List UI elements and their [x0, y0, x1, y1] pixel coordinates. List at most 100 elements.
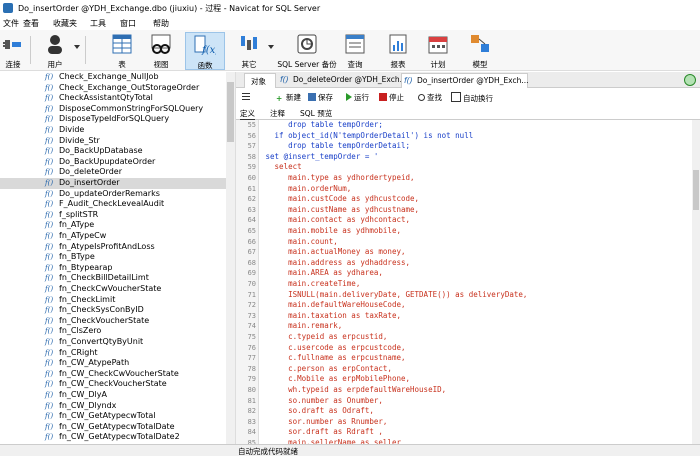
- code-text: main.createTime,: [261, 279, 361, 288]
- new-button[interactable]: + 新建: [276, 92, 301, 103]
- editor-scrollbar-thumb[interactable]: [693, 170, 699, 210]
- menu-tools[interactable]: 工具: [90, 18, 106, 29]
- tree-scrollbar[interactable]: [226, 72, 235, 444]
- tree-item[interactable]: f() DisposeCommonStringForSQLQuery: [0, 104, 226, 115]
- code-line: 79 c.Mobile as erpMobilePhone,: [236, 374, 692, 385]
- line-number: 74: [247, 322, 256, 331]
- function-icon: f(): [45, 83, 54, 92]
- line-number: 67: [247, 248, 256, 257]
- tree-item[interactable]: f() fn_AType: [0, 220, 226, 231]
- user-button[interactable]: 用户: [40, 32, 70, 69]
- object-tree[interactable]: f() Check_Exchange_NullJob f() Check_Exchan…: [0, 72, 236, 444]
- tree-item[interactable]: f() Do_BackUpupdateOrder: [0, 157, 226, 168]
- tree-item[interactable]: f() fn_CW_GetAtypecwTotalDate: [0, 422, 226, 433]
- tree-item-label: fn_AType: [59, 220, 95, 230]
- user-dropdown-icon[interactable]: [74, 45, 80, 49]
- code-line: 71 ISNULL(main.deliveryDate, GETDATE()) …: [236, 290, 692, 301]
- editor-toolbar: + 新建 保存 运行 停止 查找 自动换行: [236, 88, 700, 107]
- tree-item[interactable]: f() fn_CheckBillDetailLimt: [0, 273, 226, 284]
- stop-button[interactable]: 停止: [379, 92, 404, 103]
- save-icon: [308, 93, 316, 101]
- tree-item[interactable]: f() fn_CW_CheckVoucherState: [0, 379, 226, 390]
- tree-item[interactable]: f() fn_ClsZero: [0, 326, 226, 337]
- function-icon: f(): [45, 433, 54, 442]
- table-icon: [112, 34, 132, 54]
- schedule-button[interactable]: 计划: [423, 32, 453, 69]
- main-toolbar: 连接 用户 表 视图 f(x) 函数 其它 SQL Server 备份 查询 报…: [0, 30, 700, 71]
- tree-item[interactable]: f() Divide: [0, 125, 226, 136]
- tree-item[interactable]: f() fn_CW_DlyA: [0, 390, 226, 401]
- menu-file[interactable]: 文件: [3, 18, 19, 29]
- menu-help[interactable]: 帮助: [153, 18, 169, 29]
- tree-item[interactable]: f() fn_CheckCwVoucherState: [0, 284, 226, 295]
- backup-button[interactable]: SQL Server 备份: [277, 32, 337, 69]
- tree-item[interactable]: f() CheckAssistantQtyTotal: [0, 93, 226, 104]
- tree-item[interactable]: f() fn_ATypeCw: [0, 231, 226, 242]
- tree-item[interactable]: f() fn_CW_GetAtypecwTotal: [0, 411, 226, 422]
- code-editor[interactable]: 55 drop table tempOrder; 56 if object_id(…: [236, 120, 692, 444]
- menu-icon[interactable]: [242, 93, 250, 94]
- tree-item[interactable]: f() Divide_Str: [0, 136, 226, 147]
- run-button[interactable]: 运行: [346, 92, 369, 103]
- code-line: 66 main.count,: [236, 237, 692, 248]
- tree-item[interactable]: f() fn_CW_Dlyndx: [0, 401, 226, 412]
- tree-item-label: F_Audit_CheckLevealAudit: [59, 199, 165, 209]
- menu-favorites[interactable]: 收藏夹: [53, 18, 77, 29]
- tree-item[interactable]: f() fn_ConvertQtyByUnit: [0, 337, 226, 348]
- tab-do-insertorder[interactable]: f() Do_insertOrder @YDH_Exch...: [401, 73, 529, 88]
- tab-comment[interactable]: 注释: [270, 108, 285, 119]
- tree-item[interactable]: f() fn_CW_GetAtypecwTotalDate2: [0, 432, 226, 443]
- tree-item[interactable]: f() Do_insertOrder: [0, 178, 226, 189]
- tab-do-deleteorder[interactable]: f() Do_deleteOrder @YDH_Exch...: [278, 73, 407, 87]
- menu-window[interactable]: 窗口: [120, 18, 136, 29]
- connect-button[interactable]: 连接: [0, 32, 26, 69]
- code-line: 63 main.custName as ydhcustname,: [236, 205, 692, 216]
- code-text: main.custName as ydhcustname,: [261, 204, 420, 214]
- tree-item[interactable]: f() fn_AtypeIsProfitAndLoss: [0, 242, 226, 253]
- tree-item[interactable]: f() fn_CW_CheckCwVoucherState: [0, 369, 226, 380]
- query-button[interactable]: 查询: [340, 32, 370, 69]
- other-dropdown-icon[interactable]: [268, 45, 274, 49]
- tab-sql-preview[interactable]: SQL 预览: [300, 108, 332, 119]
- tree-item[interactable]: f() F_Audit_CheckLevealAudit: [0, 199, 226, 210]
- save-button[interactable]: 保存: [308, 92, 333, 103]
- other-button[interactable]: 其它: [234, 32, 264, 69]
- tab-objects[interactable]: 对象: [244, 73, 276, 88]
- tree-item[interactable]: f() Check_Exchange_OutStorageOrder: [0, 83, 226, 94]
- code-line: 68 main.address as ydhaddress,: [236, 258, 692, 269]
- tree-item[interactable]: f() fn_BType: [0, 252, 226, 263]
- query-status-icon[interactable]: [684, 74, 696, 86]
- code-text: main.type as ydhordertypeid,: [261, 173, 415, 182]
- model-button[interactable]: 模型: [465, 32, 495, 69]
- tree-item[interactable]: f() fn_CheckLimit: [0, 295, 226, 306]
- tree-item[interactable]: f() DisposeTypeIdForSQLQuery: [0, 114, 226, 125]
- view-button[interactable]: 视图: [146, 32, 176, 69]
- report-button[interactable]: 报表: [383, 32, 413, 69]
- tree-item[interactable]: f() Check_Exchange_NullJob: [0, 72, 226, 83]
- tree-scrollbar-thumb[interactable]: [227, 82, 234, 142]
- tree-item-label: Divide_Str: [59, 135, 100, 145]
- function-button[interactable]: f(x) 函数: [185, 32, 225, 70]
- code-line: 81 so.number as Onumber,: [236, 396, 692, 407]
- plug-icon: [3, 40, 21, 49]
- tree-item[interactable]: f() fn_CRight: [0, 348, 226, 359]
- editor-scrollbar[interactable]: [692, 120, 700, 444]
- autowrap-button[interactable]: 自动换行: [451, 92, 493, 104]
- tree-item[interactable]: f() f_splitSTR: [0, 210, 226, 221]
- code-line: 84 sor.draft as Rdraft ,: [236, 427, 692, 438]
- tree-item[interactable]: f() fn_CW_AtypePath: [0, 358, 226, 369]
- code-text: sor.number as Rnumber,: [261, 416, 388, 426]
- tree-item[interactable]: f() fn_Btypearap: [0, 263, 226, 274]
- menu-view[interactable]: 查看: [23, 18, 39, 29]
- tree-item[interactable]: f() Do_BackUpDatabase: [0, 146, 226, 157]
- tree-item[interactable]: f() fn_CheckVoucherState: [0, 316, 226, 327]
- query-icon: [345, 34, 365, 54]
- line-number: 69: [247, 269, 256, 278]
- code-text: drop table tempOrderDetail;: [261, 141, 411, 151]
- code-text: wh.typeid as erpdefaultWareHouseID,: [261, 385, 447, 394]
- tree-item[interactable]: f() Do_updateOrderRemarks: [0, 189, 226, 200]
- tree-item[interactable]: f() fn_CheckSysConByID: [0, 305, 226, 316]
- find-button[interactable]: 查找: [418, 92, 442, 103]
- tree-item[interactable]: f() Do_deleteOrder: [0, 167, 226, 178]
- table-button[interactable]: 表: [107, 32, 137, 69]
